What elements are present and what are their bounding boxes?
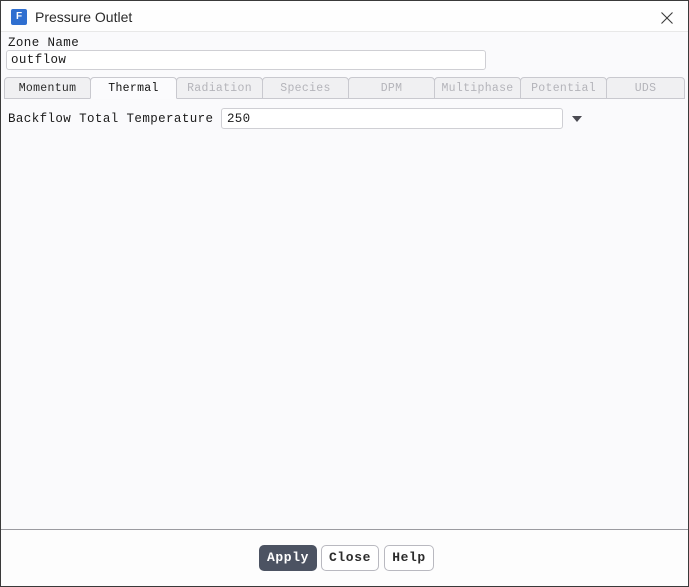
close-button[interactable] xyxy=(650,3,684,30)
close-dialog-button[interactable]: Close xyxy=(321,545,379,571)
zone-name-input[interactable] xyxy=(6,50,486,70)
backflow-total-temperature-label: Backflow Total Temperature [K] xyxy=(8,112,246,126)
tab-uds: UDS xyxy=(606,77,685,99)
window-title: Pressure Outlet xyxy=(35,9,133,25)
dialog-content: Zone Name Momentum Thermal Radiation Spe… xyxy=(1,32,688,529)
close-icon xyxy=(661,12,673,24)
apply-button[interactable]: Apply xyxy=(259,545,317,571)
zone-name-label: Zone Name xyxy=(8,36,80,50)
footer-bar: Apply Close Help CFD之道 xyxy=(1,530,688,586)
tab-momentum[interactable]: Momentum xyxy=(4,77,91,99)
backflow-total-temperature-input[interactable] xyxy=(221,108,563,129)
chevron-down-icon xyxy=(572,116,582,122)
backflow-total-temperature-dropdown[interactable] xyxy=(569,112,585,126)
tab-potential: Potential xyxy=(520,77,607,99)
tab-multiphase: Multiphase xyxy=(434,77,521,99)
title-bar: F Pressure Outlet xyxy=(1,1,688,32)
tab-strip: Momentum Thermal Radiation Species DPM M… xyxy=(4,77,685,99)
tab-species: Species xyxy=(262,77,349,99)
tab-radiation: Radiation xyxy=(176,77,263,99)
help-button[interactable]: Help xyxy=(384,545,434,571)
tab-thermal[interactable]: Thermal xyxy=(90,77,177,99)
fluent-app-icon: F xyxy=(11,9,27,25)
pressure-outlet-dialog: F Pressure Outlet Zone Name Momentum The… xyxy=(0,0,689,587)
tab-dpm: DPM xyxy=(348,77,435,99)
